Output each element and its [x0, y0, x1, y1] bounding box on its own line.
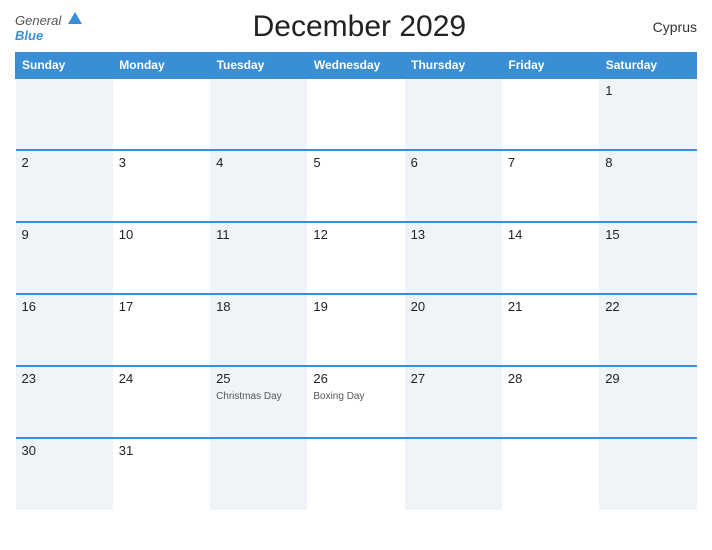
header-monday: Monday: [113, 53, 210, 79]
day-cell-1-4: 6: [405, 150, 502, 222]
day-cell-0-4: [405, 78, 502, 150]
week-row-3: 9 10 11 12 13 14 15: [16, 222, 697, 294]
day-number: 8: [605, 155, 690, 170]
header-tuesday: Tuesday: [210, 53, 307, 79]
day-number: 17: [119, 299, 204, 314]
day-cell-1-0: 2: [16, 150, 113, 222]
day-number: 26: [313, 371, 398, 386]
day-cell-2-3: 12: [307, 222, 404, 294]
day-cell-5-2: [210, 438, 307, 510]
day-cell-3-6: 22: [599, 294, 696, 366]
day-cell-5-0: 30: [16, 438, 113, 510]
day-cell-3-0: 16: [16, 294, 113, 366]
day-number: 29: [605, 371, 690, 386]
day-number: 18: [216, 299, 301, 314]
day-cell-0-2: [210, 78, 307, 150]
day-cell-3-1: 17: [113, 294, 210, 366]
day-cell-0-5: [502, 78, 599, 150]
day-number: 15: [605, 227, 690, 242]
day-cell-2-1: 10: [113, 222, 210, 294]
week-row-4: 16 17 18 19 20 21 22: [16, 294, 697, 366]
day-number: 12: [313, 227, 398, 242]
day-cell-2-4: 13: [405, 222, 502, 294]
day-cell-5-6: [599, 438, 696, 510]
day-cell-2-6: 15: [599, 222, 696, 294]
day-cell-3-3: 19: [307, 294, 404, 366]
day-number: 31: [119, 443, 204, 458]
day-headers-row: Sunday Monday Tuesday Wednesday Thursday…: [16, 53, 697, 79]
day-number: 10: [119, 227, 204, 242]
day-number: 25: [216, 371, 301, 386]
day-cell-0-0: [16, 78, 113, 150]
day-number: 11: [216, 227, 301, 242]
day-cell-4-3: 26 Boxing Day: [307, 366, 404, 438]
week-row-6: 30 31: [16, 438, 697, 510]
day-cell-3-5: 21: [502, 294, 599, 366]
day-cell-3-2: 18: [210, 294, 307, 366]
day-cell-5-4: [405, 438, 502, 510]
calendar-title: December 2029: [82, 10, 637, 44]
day-cell-0-3: [307, 78, 404, 150]
day-cell-4-4: 27: [405, 366, 502, 438]
week-row-1: 1: [16, 78, 697, 150]
day-cell-3-4: 20: [405, 294, 502, 366]
day-cell-4-5: 28: [502, 366, 599, 438]
day-number: 30: [22, 443, 107, 458]
header-sunday: Sunday: [16, 53, 113, 79]
day-cell-0-6: 1: [599, 78, 696, 150]
day-number: 23: [22, 371, 107, 386]
day-number: 6: [411, 155, 496, 170]
day-cell-5-1: 31: [113, 438, 210, 510]
calendar-header: General Blue December 2029 Cyprus: [15, 10, 697, 44]
day-number: 24: [119, 371, 204, 386]
header-friday: Friday: [502, 53, 599, 79]
day-cell-2-2: 11: [210, 222, 307, 294]
day-cell-1-5: 7: [502, 150, 599, 222]
calendar-container: General Blue December 2029 Cyprus Sunday…: [0, 0, 712, 550]
day-cell-2-0: 9: [16, 222, 113, 294]
country-label: Cyprus: [637, 19, 697, 35]
logo-triangle-icon: [68, 12, 82, 24]
logo-blue-text: Blue: [15, 29, 43, 42]
day-cell-2-5: 14: [502, 222, 599, 294]
day-number: 14: [508, 227, 593, 242]
day-number: 19: [313, 299, 398, 314]
holiday-label: Boxing Day: [313, 391, 364, 402]
logo-top: General: [15, 13, 82, 29]
day-cell-5-5: [502, 438, 599, 510]
header-thursday: Thursday: [405, 53, 502, 79]
day-cell-1-3: 5: [307, 150, 404, 222]
day-cell-4-6: 29: [599, 366, 696, 438]
week-row-2: 2345678: [16, 150, 697, 222]
day-number: 5: [313, 155, 398, 170]
day-number: 9: [22, 227, 107, 242]
day-cell-1-6: 8: [599, 150, 696, 222]
day-number: 4: [216, 155, 301, 170]
header-saturday: Saturday: [599, 53, 696, 79]
day-number: 2: [22, 155, 107, 170]
header-wednesday: Wednesday: [307, 53, 404, 79]
day-cell-1-2: 4: [210, 150, 307, 222]
logo: General Blue: [15, 13, 82, 42]
day-number: 22: [605, 299, 690, 314]
day-number: 13: [411, 227, 496, 242]
day-cell-0-1: [113, 78, 210, 150]
logo-general-text: General: [15, 13, 61, 28]
day-number: 16: [22, 299, 107, 314]
day-cell-4-2: 25 Christmas Day: [210, 366, 307, 438]
day-cell-1-1: 3: [113, 150, 210, 222]
day-cell-5-3: [307, 438, 404, 510]
holiday-label: Christmas Day: [216, 391, 282, 402]
day-number: 21: [508, 299, 593, 314]
day-number: 27: [411, 371, 496, 386]
day-number: 28: [508, 371, 593, 386]
day-number: 20: [411, 299, 496, 314]
day-cell-4-0: 23: [16, 366, 113, 438]
day-cell-4-1: 24: [113, 366, 210, 438]
calendar-table: Sunday Monday Tuesday Wednesday Thursday…: [15, 52, 697, 510]
week-row-5: 23 24 25 Christmas Day 26 Boxing Day 27 28 29: [16, 366, 697, 438]
day-number: 3: [119, 155, 204, 170]
day-number: 1: [605, 83, 690, 98]
day-number: 7: [508, 155, 593, 170]
